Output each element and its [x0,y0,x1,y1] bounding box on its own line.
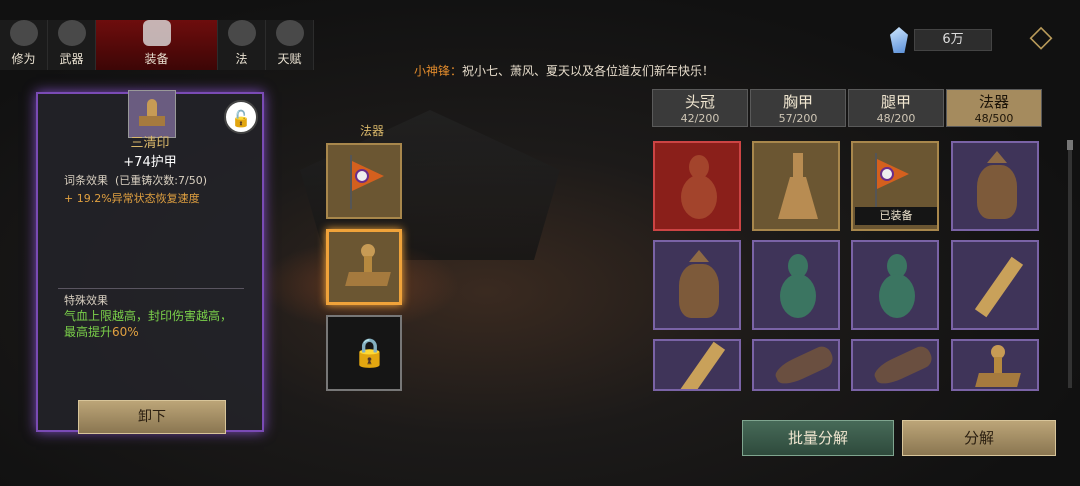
seal-stamp-icon [137,99,167,129]
equipped-badge: 已装备 [855,207,937,225]
attr-section-title: 词条效果 (已重铸次数:7/50) [64,172,207,188]
inventory-item[interactable] [851,240,939,330]
tab-label: 法 [235,52,248,66]
sword-icon [57,20,86,46]
taiji-icon [275,20,304,46]
horn-icon [772,343,836,389]
category-name: 胸甲 [782,93,813,111]
item-detail-image [128,90,176,138]
inventory-item[interactable] [851,339,939,391]
inventory-item[interactable] [951,141,1039,231]
item-name: 三清印 [130,136,170,151]
pagoda-censer-icon [973,151,1021,223]
slot-column-label: 法器 [360,124,385,138]
green-gourd-icon [780,254,816,320]
announcement-speaker: 小神锋： [414,64,463,78]
seal-stamp-icon [343,244,391,292]
inventory-item[interactable] [653,240,741,330]
inventory-scrollbar-thumb[interactable] [1067,140,1073,150]
category-tab-legs[interactable]: 腿甲 48/200 [848,89,944,127]
category-count: 57/200 [778,112,818,125]
seal-stamp-icon [973,345,1021,389]
cultivation-figure-icon [9,20,38,46]
tab-label: 天赋 [277,52,302,66]
announcement-message: 祝小七、萧风、夏天以及各位道友们新年快乐！ [462,64,715,78]
tab-weapon[interactable]: 武器 [48,20,96,70]
green-gourd-icon [879,254,915,320]
category-tab-chest[interactable]: 胸甲 57/200 [750,89,846,127]
category-tab-helmet[interactable]: 头冠 42/200 [652,89,748,127]
top-nav: 修为 武器 装备 法 天赋 [0,20,314,70]
category-count: 48/200 [876,112,916,125]
special-effect-text: 气血上限越高，封印伤害越高，最高提升60% [64,308,234,340]
tab-label: 装备 [144,52,169,66]
slot-seal-selected[interactable] [326,229,402,305]
bagua-flag-icon [875,153,909,207]
bell-icon [776,153,820,223]
attr-title: 词条效果 [64,174,108,187]
announcement-marquee: 小神锋：祝小七、萧风、夏天以及各位道友们新年快乐！ [414,62,714,79]
inventory-item[interactable] [752,141,840,231]
horn-icon [871,343,935,389]
attr-line: + 19.2%异常状态恢复速度 [64,192,200,205]
red-gourd-icon [681,155,717,221]
category-tab-artifact[interactable]: 法器 48/500 [946,89,1042,127]
special-effect-desc: 气血上限越高，封印伤害越高，最高提升 [64,309,233,339]
reforge-count: (已重铸次数:7/50) [115,174,207,187]
unlock-icon[interactable]: 🔓 [224,100,258,134]
category-name: 法器 [978,93,1009,111]
unequip-button[interactable]: 卸下 [78,400,226,434]
divider [58,288,244,289]
item-stat: +74护甲 [123,155,177,170]
artifact-icon [227,20,256,46]
crystal-icon [890,27,908,53]
item-detail-panel: 🔓 三清印 +74护甲 词条效果 (已重铸次数:7/50) + 19.2%异常状… [36,90,264,434]
tab-equipment[interactable]: 装备 [96,20,218,70]
slot-locked[interactable]: 🔒 [326,315,402,391]
category-name: 头冠 [684,93,715,111]
special-section-title: 特殊效果 [64,294,108,307]
slot-flag[interactable] [326,143,402,219]
category-count: 42/200 [680,112,720,125]
inventory-item-equipped[interactable]: 已装备 [851,141,939,231]
tab-artifact[interactable]: 法 [218,20,266,70]
category-count: 48/500 [974,112,1014,125]
inventory-item[interactable] [653,339,741,391]
tab-label: 武器 [59,52,84,66]
decompose-button[interactable]: 分解 [902,420,1056,456]
inventory-item[interactable] [951,339,1039,391]
inventory-item[interactable] [752,240,840,330]
category-name: 腿甲 [880,93,911,111]
pagoda-censer-icon [675,250,723,322]
lock-icon: 🔒 [352,336,387,369]
tab-talent[interactable]: 天赋 [266,20,314,70]
inventory-item[interactable] [951,240,1039,330]
back-icon[interactable]: ◇ [1022,18,1060,56]
tab-cultivation[interactable]: 修为 [0,20,48,70]
special-effect-pct: 60% [112,325,139,339]
talisman-scroll-icon [974,256,1024,318]
inventory-item[interactable] [653,141,741,231]
inventory-scrollbar-track[interactable] [1068,148,1072,388]
tab-label: 修为 [11,52,36,66]
inventory-item[interactable] [752,339,840,391]
batch-decompose-button[interactable]: 批量分解 [742,420,894,456]
currency-amount: 6万 [914,29,992,51]
bagua-flag-icon [350,155,384,209]
robe-icon [142,20,171,46]
talisman-scroll-icon [676,341,726,389]
currency-display: 6万 [890,27,992,53]
